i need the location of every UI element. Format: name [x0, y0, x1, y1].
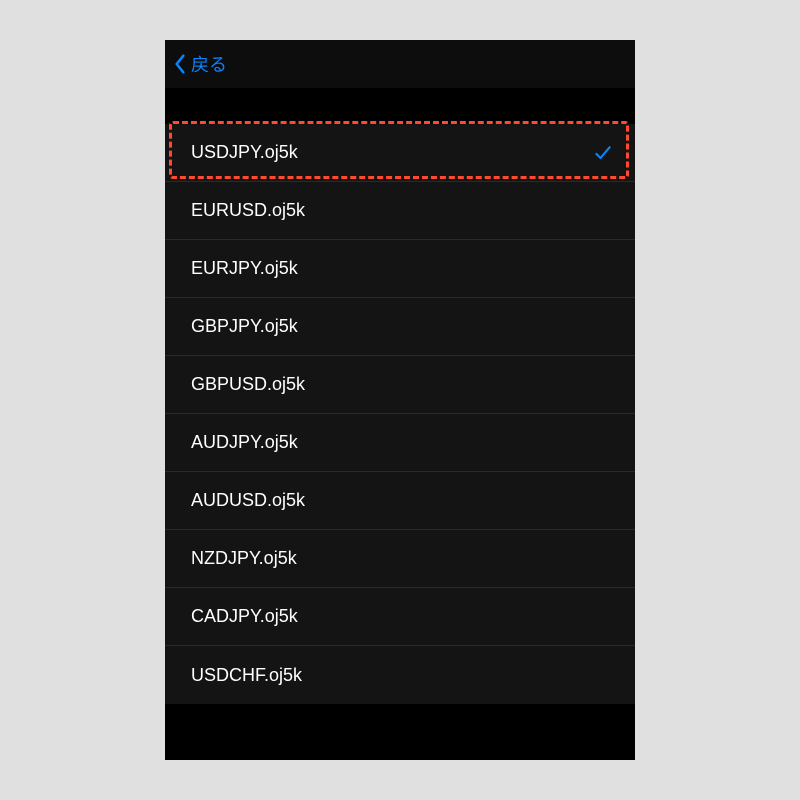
check-icon — [593, 143, 613, 163]
list-item[interactable]: EURUSD.oj5k — [165, 182, 635, 240]
list-item-label: USDJPY.oj5k — [191, 142, 298, 163]
list-item-label: AUDUSD.oj5k — [191, 490, 305, 511]
list-item[interactable]: GBPUSD.oj5k — [165, 356, 635, 414]
symbol-list: USDJPY.oj5k EURUSD.oj5k EURJPY.oj5k GBPJPY.… — [165, 124, 635, 704]
list-item[interactable]: AUDUSD.oj5k — [165, 472, 635, 530]
list-item-label: GBPJPY.oj5k — [191, 316, 298, 337]
chevron-left-icon — [173, 54, 187, 74]
list-item[interactable]: AUDJPY.oj5k — [165, 414, 635, 472]
list-item[interactable]: EURJPY.oj5k — [165, 240, 635, 298]
list-item-label: CADJPY.oj5k — [191, 606, 298, 627]
list-item-label: EURUSD.oj5k — [191, 200, 305, 221]
back-button[interactable]: 戻る — [173, 51, 227, 77]
nav-bar: 戻る — [165, 40, 635, 88]
list-item[interactable]: GBPJPY.oj5k — [165, 298, 635, 356]
list-item-label: GBPUSD.oj5k — [191, 374, 305, 395]
back-label: 戻る — [191, 51, 227, 77]
bottom-spacer — [165, 704, 635, 754]
list-item[interactable]: CADJPY.oj5k — [165, 588, 635, 646]
list-item-label: AUDJPY.oj5k — [191, 432, 298, 453]
list-item-label: USDCHF.oj5k — [191, 665, 302, 686]
list-item[interactable]: NZDJPY.oj5k — [165, 530, 635, 588]
list-item[interactable]: USDJPY.oj5k — [165, 124, 635, 182]
phone-screen: 戻る USDJPY.oj5k EURUSD.oj5k EURJPY.oj5k GBPJ… — [165, 40, 635, 760]
spacer-bar — [165, 88, 635, 124]
list-item[interactable]: USDCHF.oj5k — [165, 646, 635, 704]
list-item-label: EURJPY.oj5k — [191, 258, 298, 279]
list-item-label: NZDJPY.oj5k — [191, 548, 297, 569]
